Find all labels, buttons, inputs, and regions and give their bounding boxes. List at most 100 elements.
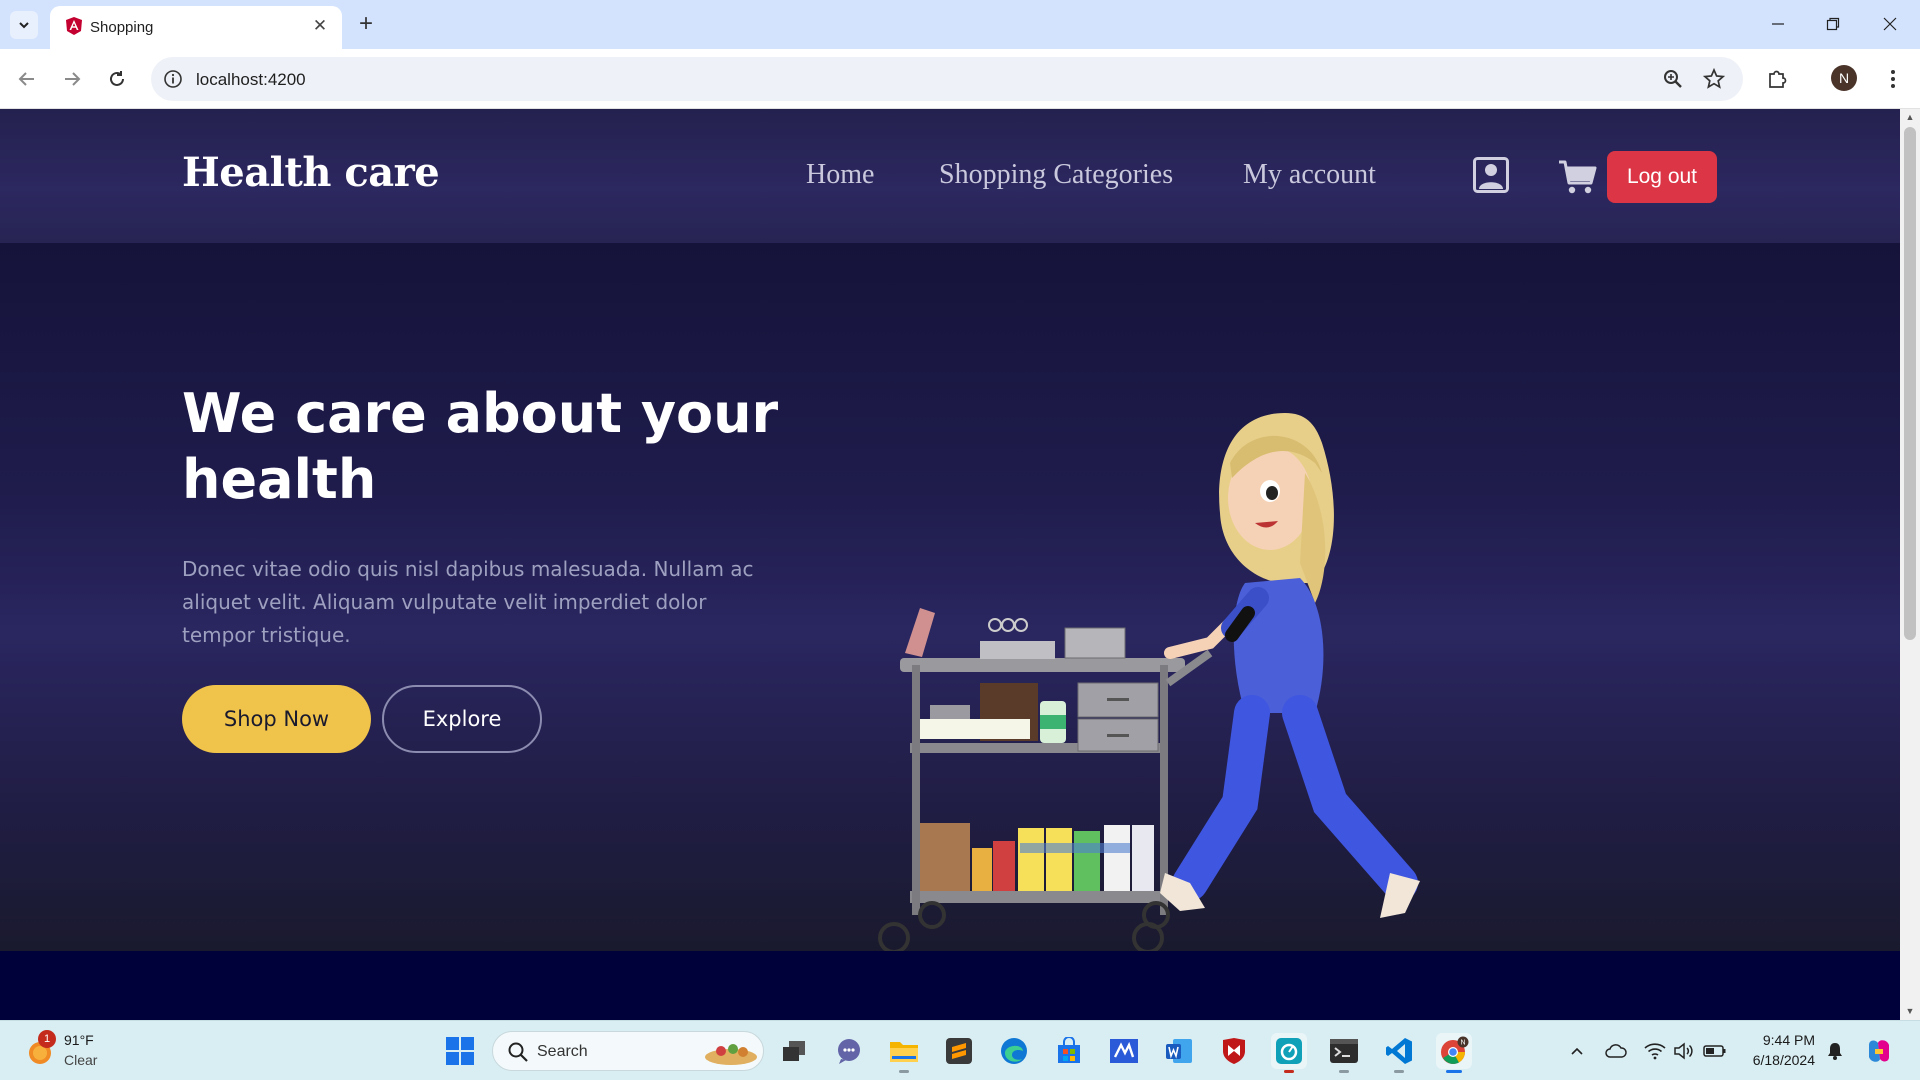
user-profile-icon[interactable] (1473, 157, 1509, 193)
tray-copilot[interactable] (1864, 1036, 1894, 1066)
tab-close-icon[interactable]: ✕ (310, 16, 330, 36)
next-section-band (0, 951, 1900, 1020)
reload-button[interactable] (100, 62, 134, 96)
weather-temperature[interactable]: 91°F (64, 1032, 94, 1048)
running-indicator (1284, 1070, 1294, 1073)
hero-title: We care about your health (182, 382, 779, 511)
taskbar-chrome[interactable]: N (1436, 1033, 1472, 1073)
tab-search-button[interactable] (10, 11, 38, 39)
chevron-up-icon (1571, 1047, 1583, 1055)
taskbar-vscode[interactable] (1381, 1033, 1417, 1073)
search-icon (508, 1042, 528, 1062)
tray-volume[interactable] (1672, 1039, 1696, 1063)
taskbar-terminal[interactable] (1326, 1033, 1362, 1073)
browser-toolbar: localhost:4200 N (0, 49, 1920, 109)
weather-condition[interactable]: Clear (64, 1052, 97, 1068)
mcafee-shield-icon (1223, 1038, 1245, 1064)
running-indicator (899, 1070, 909, 1073)
browser-menu-button[interactable] (1878, 64, 1908, 94)
tray-wifi[interactable] (1643, 1039, 1667, 1063)
logout-button[interactable]: Log out (1607, 151, 1717, 203)
brand-logo-text[interactable]: Health care (182, 149, 440, 196)
nav-my-account[interactable]: My account (1243, 159, 1376, 191)
store-icon (1058, 1037, 1080, 1063)
bell-icon (1828, 1043, 1842, 1060)
battery-icon (1703, 1045, 1726, 1057)
bookmark-star-icon[interactable] (1703, 68, 1725, 90)
hero-section: We care about your health Donec vitae od… (0, 243, 1900, 953)
scrollbar-thumb[interactable] (1904, 127, 1916, 640)
word-icon (1166, 1039, 1192, 1063)
tray-battery[interactable] (1703, 1039, 1727, 1063)
scroll-up-icon[interactable]: ▲ (1905, 113, 1915, 122)
profile-avatar[interactable]: N (1831, 65, 1857, 91)
shop-now-button[interactable]: Shop Now (182, 685, 371, 753)
visual-studio-icon (1110, 1039, 1138, 1063)
chevron-down-icon (19, 22, 29, 29)
clock-time[interactable]: 9:44 PM (1755, 1032, 1815, 1048)
minimize-button[interactable] (1758, 8, 1798, 40)
zoom-icon[interactable] (1662, 68, 1684, 90)
running-indicator (1339, 1070, 1349, 1073)
scroll-down-icon[interactable]: ▼ (1905, 1007, 1915, 1016)
arrow-left-icon (18, 72, 34, 86)
site-info-icon[interactable] (163, 69, 183, 89)
running-indicator (1394, 1070, 1404, 1073)
running-indicator (1446, 1070, 1462, 1073)
nav-home[interactable]: Home (806, 159, 874, 191)
site-header: Health care Home Shopping Categories My … (0, 109, 1900, 243)
taskbar-microsoft-store[interactable] (1051, 1033, 1087, 1069)
taskbar-file-explorer[interactable] (886, 1033, 922, 1073)
taskbar-edge[interactable] (996, 1033, 1032, 1069)
taskbar-mcafee[interactable] (1216, 1033, 1252, 1069)
angular-favicon-icon (66, 17, 82, 35)
shopping-cart-icon[interactable] (1558, 159, 1598, 195)
taskbar-task-view[interactable] (776, 1033, 812, 1069)
browser-tab-active[interactable]: Shopping ✕ (50, 6, 342, 49)
puzzle-icon (1769, 70, 1787, 88)
svg-text:N: N (1460, 1040, 1465, 1047)
close-window-button[interactable] (1870, 8, 1910, 40)
tray-notifications[interactable] (1823, 1039, 1847, 1063)
page-scrollbar[interactable]: ▲ ▼ (1900, 109, 1920, 1020)
windows-start-icon[interactable] (445, 1036, 475, 1066)
taskbar-visual-studio[interactable] (1106, 1033, 1142, 1069)
forward-button[interactable] (55, 62, 89, 96)
windows-taskbar: 1 91°F Clear Search N 9:44 PM 6/18/2024 (0, 1020, 1920, 1080)
tray-overflow-button[interactable] (1565, 1039, 1589, 1063)
address-bar-url[interactable]: localhost:4200 (196, 70, 306, 90)
restore-icon (1826, 17, 1840, 31)
nav-shopping-categories[interactable]: Shopping Categories (939, 159, 1173, 191)
taskbar-word[interactable] (1161, 1033, 1197, 1069)
new-tab-button[interactable]: + (352, 11, 380, 39)
sublime-text-icon (946, 1038, 972, 1064)
folder-icon (890, 1042, 918, 1062)
arrow-right-icon (65, 72, 81, 86)
search-highlight-art-icon (705, 1044, 757, 1065)
restore-button[interactable] (1813, 8, 1853, 40)
medical-cart-icon (878, 608, 1213, 953)
back-button[interactable] (10, 62, 44, 96)
kebab-menu-icon (1891, 70, 1895, 88)
page-viewport: Health care Home Shopping Categories My … (0, 109, 1900, 1020)
taskbar-sublime-text[interactable] (941, 1033, 977, 1069)
speaker-icon (1674, 1042, 1693, 1060)
clock-date[interactable]: 6/18/2024 (1735, 1052, 1815, 1068)
edge-browser-icon (1001, 1038, 1027, 1064)
extensions-button[interactable] (1762, 64, 1792, 94)
nurse-pushing-medical-cart-illustration (878, 413, 1420, 953)
weather-badge: 1 (38, 1030, 56, 1048)
taskbar-snipping-tool[interactable] (1271, 1033, 1307, 1073)
taskbar-teams-chat[interactable] (831, 1033, 867, 1069)
tray-onedrive[interactable] (1604, 1039, 1628, 1063)
wifi-icon (1644, 1043, 1666, 1060)
taskbar-search-box[interactable]: Search (492, 1031, 764, 1071)
browser-tab-strip: Shopping ✕ + (0, 0, 1920, 49)
search-box-label: Search (537, 1043, 588, 1060)
explore-button[interactable]: Explore (382, 685, 542, 753)
address-bar[interactable]: localhost:4200 (151, 57, 1743, 101)
hero-description: Donec vitae odio quis nisl dapibus males… (182, 557, 754, 647)
tab-title: Shopping (90, 19, 154, 36)
close-icon (1883, 17, 1897, 31)
chat-icon (838, 1039, 860, 1064)
